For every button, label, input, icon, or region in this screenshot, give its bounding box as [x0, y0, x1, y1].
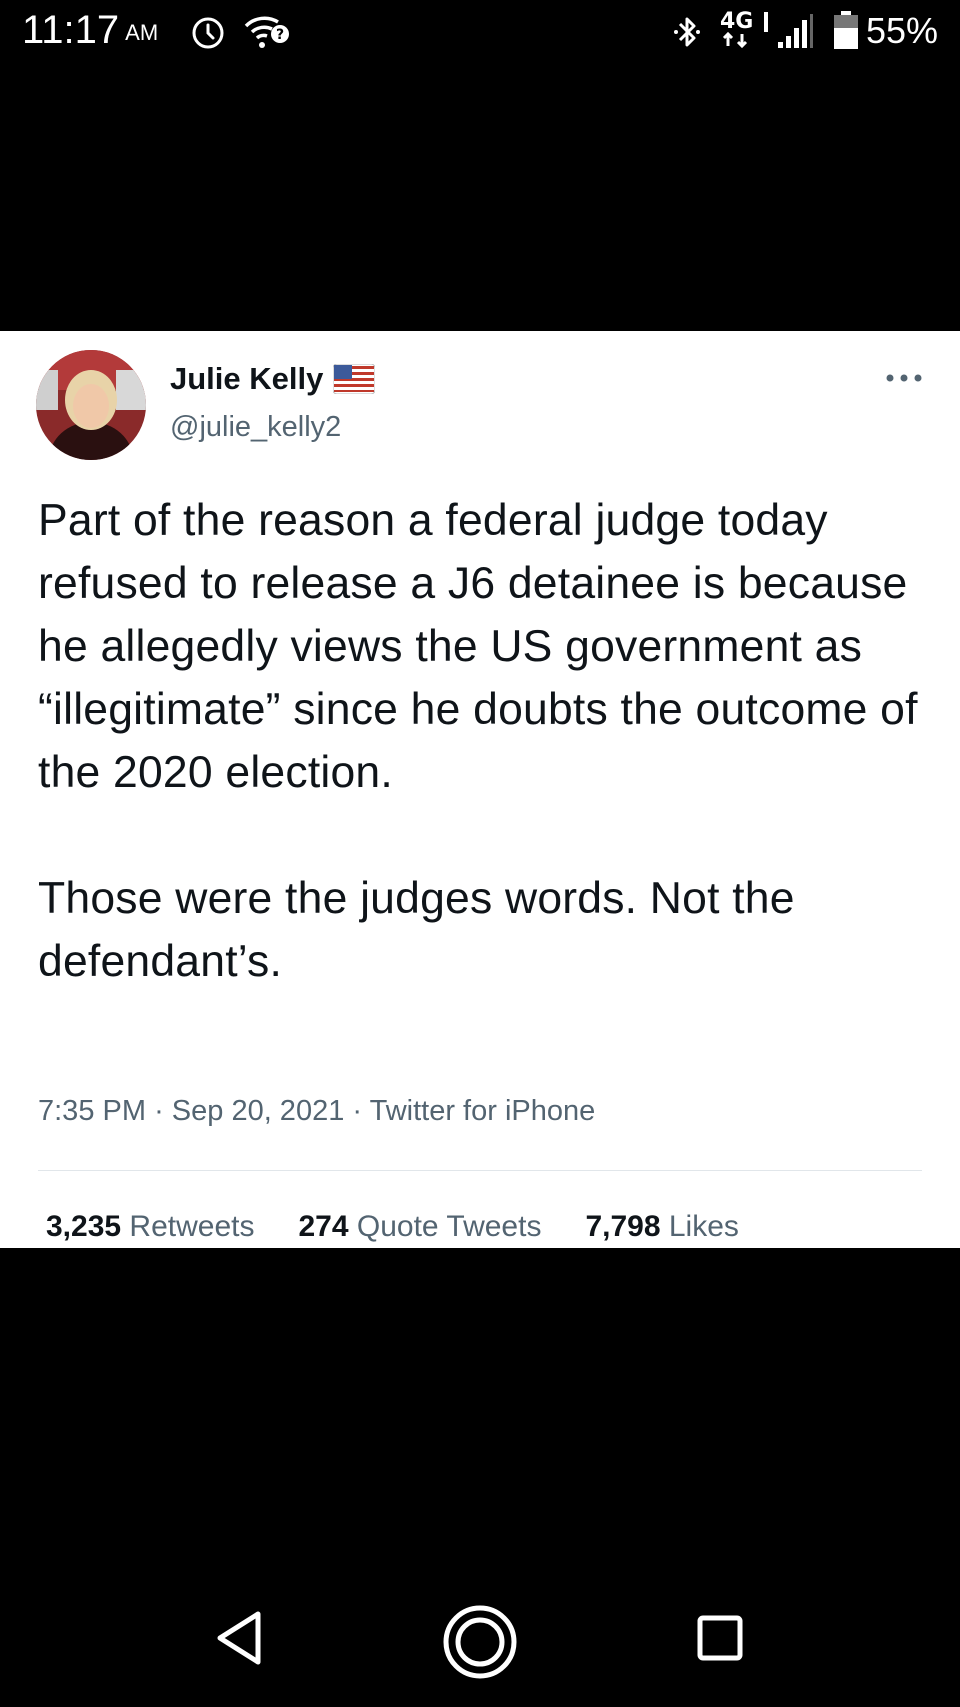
likes-count: 7,798 — [585, 1210, 661, 1243]
tweet-paragraph-2: Those were the judges words. Not the def… — [38, 874, 795, 986]
likes-label: Likes — [668, 1210, 739, 1243]
signal-icon — [778, 14, 813, 48]
likes-stat[interactable]: 7,798 Likes — [585, 1210, 738, 1244]
tweet-paragraph-1: Part of the reason a federal judge today… — [38, 496, 918, 797]
tweet-card: Julie Kelly @julie_kelly2 Part of the re… — [0, 331, 960, 1248]
network-label: 4G — [720, 9, 753, 34]
status-ampm: AM — [125, 20, 159, 45]
quote-tweets-stat[interactable]: 274 Quote Tweets — [298, 1210, 541, 1244]
alarm-icon — [192, 17, 224, 49]
divider — [38, 1170, 922, 1171]
quote-tweets-label: Quote Tweets — [356, 1210, 542, 1243]
display-name-row[interactable]: Julie Kelly — [170, 361, 376, 397]
recents-icon[interactable] — [696, 1614, 744, 1662]
svg-text:?: ? — [276, 27, 284, 43]
tweet-date[interactable]: Sep 20, 2021 — [172, 1095, 345, 1127]
retweets-label: Retweets — [129, 1210, 255, 1243]
tweet-source[interactable]: Twitter for iPhone — [370, 1095, 596, 1127]
us-flag-icon — [333, 364, 376, 394]
handle[interactable]: @julie_kelly2 — [170, 411, 341, 444]
wifi-question-icon: ? — [244, 16, 289, 48]
back-icon[interactable] — [214, 1610, 264, 1666]
meta-separator: · — [352, 1095, 370, 1127]
tweet-meta: 7:35 PM · Sep 20, 2021 · Twitter for iPh… — [38, 1095, 595, 1128]
display-name[interactable]: Julie Kelly — [170, 361, 323, 397]
battery-icon — [834, 11, 858, 49]
avatar[interactable] — [36, 350, 146, 460]
4g-lte-icon: 4G — [720, 9, 768, 49]
battery-percent: 55% — [865, 10, 938, 51]
tweet-stats: 3,235 Retweets 274 Quote Tweets 7,798 Li… — [46, 1210, 783, 1244]
navigation-bar — [0, 1590, 960, 1690]
status-bar: 11:17 AM ? 4G 55% — [0, 0, 960, 64]
meta-separator: · — [154, 1095, 172, 1127]
retweets-count: 3,235 — [46, 1210, 122, 1243]
retweets-stat[interactable]: 3,235 Retweets — [46, 1210, 254, 1244]
status-time: 11:17 AM — [22, 8, 159, 52]
more-options-icon[interactable] — [884, 371, 924, 385]
tweet-time[interactable]: 7:35 PM — [38, 1095, 146, 1127]
quote-tweets-count: 274 — [298, 1210, 349, 1243]
home-icon[interactable] — [442, 1604, 518, 1680]
bluetooth-icon — [674, 17, 700, 47]
tweet-text: Part of the reason a federal judge today… — [38, 489, 928, 993]
